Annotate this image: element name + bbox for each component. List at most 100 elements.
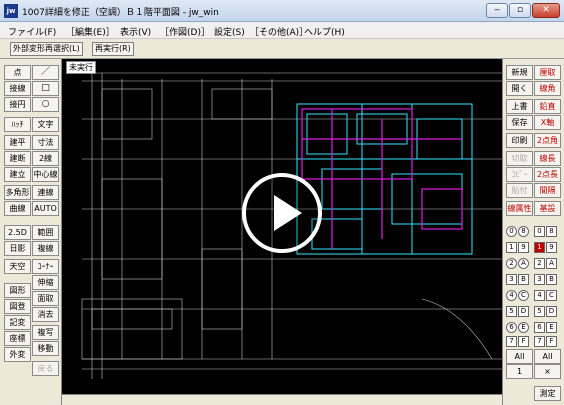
menu-other[interactable]: ［その他(A)］ [250, 25, 308, 38]
layer-group-4[interactable]: 4C [506, 289, 533, 302]
close-button[interactable]: ✕ [532, 3, 560, 18]
layer-group-0[interactable]: 08 [506, 225, 533, 238]
group-all-button[interactable]: All [534, 349, 561, 364]
group-a[interactable]: A [546, 258, 557, 269]
tool-auto[interactable]: AUTO [32, 201, 59, 216]
group-2[interactable]: 2 [534, 258, 545, 269]
layer-9[interactable]: 9 [518, 242, 529, 253]
tool-x-axis[interactable]: X軸 [534, 115, 561, 130]
group-b[interactable]: B [546, 274, 557, 285]
tool-erase[interactable]: 消去 [32, 307, 59, 322]
tool-move[interactable]: 移動 [32, 341, 59, 356]
tool-shadow[interactable]: 日影 [4, 241, 31, 256]
tool-shape-register[interactable]: 図登 [4, 299, 31, 314]
tool-two-point-length[interactable]: 2点長 [534, 167, 561, 182]
layer-1[interactable]: 1 [506, 242, 517, 253]
tool-line-angle[interactable]: 線角 [534, 81, 561, 96]
tool-dimension[interactable]: 寸法 [32, 135, 59, 150]
tool-two-point-angle[interactable]: 2点角 [534, 133, 561, 148]
edit-cut-button[interactable]: 切取 [506, 151, 533, 166]
tool-symbol-change[interactable]: 記変 [4, 315, 31, 330]
tool-sky[interactable]: 天空 [4, 259, 31, 274]
layer-group-5b[interactable]: 5D [534, 305, 561, 318]
external-reselect-button[interactable]: 外部変形再選択(L) [10, 42, 83, 56]
layer-group-3b[interactable]: 3B [534, 273, 561, 286]
layer-number-button[interactable]: 1 [506, 364, 533, 379]
tool-layer-take[interactable]: 厘取 [534, 65, 561, 80]
group-e[interactable]: E [546, 322, 557, 333]
layer-group-0b[interactable]: 08 [534, 225, 561, 238]
tool-shape[interactable]: 図形 [4, 283, 31, 298]
tool-line[interactable]: ／ [32, 65, 59, 80]
layer-e[interactable]: E [518, 322, 529, 333]
play-button[interactable] [242, 173, 322, 253]
layer-3[interactable]: 3 [506, 274, 517, 285]
tool-line-length[interactable]: 線長 [534, 151, 561, 166]
menu-file[interactable]: ファイル(F) [8, 25, 56, 38]
tool-point[interactable]: 点 [4, 65, 31, 80]
layer-group-1b[interactable]: 19 [534, 241, 561, 254]
file-open-button[interactable]: 開く [506, 81, 533, 96]
layer-4[interactable]: 4 [506, 290, 517, 301]
tool-2-5d[interactable]: 2.5D [4, 225, 31, 240]
menu-draw[interactable]: ［作図(D)］ [160, 25, 210, 38]
layer-6[interactable]: 6 [506, 322, 517, 333]
layer-all-button[interactable]: All [506, 349, 533, 364]
redo-button[interactable]: 再実行(R) [92, 42, 134, 56]
layer-group-7[interactable]: 7F [506, 335, 533, 348]
line-attribute-button[interactable]: 線属性 [506, 201, 533, 216]
menu-view[interactable]: 表示(V) [120, 25, 151, 38]
layer-group-3[interactable]: 3B [506, 273, 533, 286]
file-new-button[interactable]: 新規 [506, 65, 533, 80]
group-7[interactable]: 7 [534, 336, 545, 347]
tool-double-line[interactable]: 2線 [32, 151, 59, 166]
tool-vertical[interactable]: 鉛直 [534, 99, 561, 114]
group-cancel-button[interactable]: × [534, 364, 561, 379]
tool-curve[interactable]: 曲線 [4, 201, 31, 216]
tool-tangent[interactable]: 接線 [4, 81, 31, 96]
layer-group-7b[interactable]: 7F [534, 335, 561, 348]
layer-c[interactable]: C [518, 290, 529, 301]
edit-copy-button[interactable]: ｺﾋﾟｰ [506, 167, 533, 182]
group-f[interactable]: F [546, 336, 557, 347]
tool-copy[interactable]: 複写 [32, 325, 59, 340]
layer-group-6b[interactable]: 6E [534, 321, 561, 334]
file-save-button[interactable]: 保存 [506, 115, 533, 130]
tool-stretch[interactable]: 伸縮 [32, 275, 59, 290]
tool-text[interactable]: 文字 [32, 117, 59, 132]
tool-base-setting[interactable]: 基設 [534, 201, 561, 216]
minimize-button[interactable]: ‒ [486, 3, 508, 18]
file-print-button[interactable]: 印刷 [506, 133, 533, 148]
edit-paste-button[interactable]: 貼付 [506, 183, 533, 198]
group-6[interactable]: 6 [534, 322, 545, 333]
layer-group-2[interactable]: 2A [506, 257, 533, 270]
layer-2[interactable]: 2 [506, 258, 517, 269]
file-overwrite-button[interactable]: 上書 [506, 99, 533, 114]
group-5[interactable]: 5 [534, 306, 545, 317]
layer-group-2b[interactable]: 2A [534, 257, 561, 270]
tool-chamfer[interactable]: 面取 [32, 291, 59, 306]
tool-center-line[interactable]: 中心線 [32, 167, 59, 182]
tool-continuous-line[interactable]: 連線 [32, 185, 59, 200]
tool-hatch[interactable]: ﾊｯﾁ [4, 117, 31, 132]
tool-offset[interactable]: 複線 [32, 241, 59, 256]
menu-help[interactable]: ヘルプ(H) [304, 25, 345, 38]
layer-f[interactable]: F [518, 336, 529, 347]
group-8[interactable]: 8 [546, 226, 557, 237]
group-1[interactable]: 1 [534, 242, 545, 253]
menu-edit[interactable]: ［編集(E)］ [66, 25, 115, 38]
layer-group-5[interactable]: 5D [506, 305, 533, 318]
layer-group-1[interactable]: 19 [506, 241, 533, 254]
measure-button[interactable]: 測定 [534, 386, 561, 401]
tool-rect[interactable]: □ [32, 81, 59, 96]
layer-d[interactable]: D [518, 306, 529, 317]
menu-settings[interactable]: 設定(S) [214, 25, 245, 38]
group-3[interactable]: 3 [534, 274, 545, 285]
tool-tangent-circle[interactable]: 接円 [4, 97, 31, 112]
layer-5[interactable]: 5 [506, 306, 517, 317]
layer-7[interactable]: 7 [506, 336, 517, 347]
tool-back[interactable]: 戻る [32, 361, 59, 376]
group-c[interactable]: C [546, 290, 557, 301]
tool-coordinate[interactable]: 座標 [4, 331, 31, 346]
layer-b[interactable]: B [518, 274, 529, 285]
